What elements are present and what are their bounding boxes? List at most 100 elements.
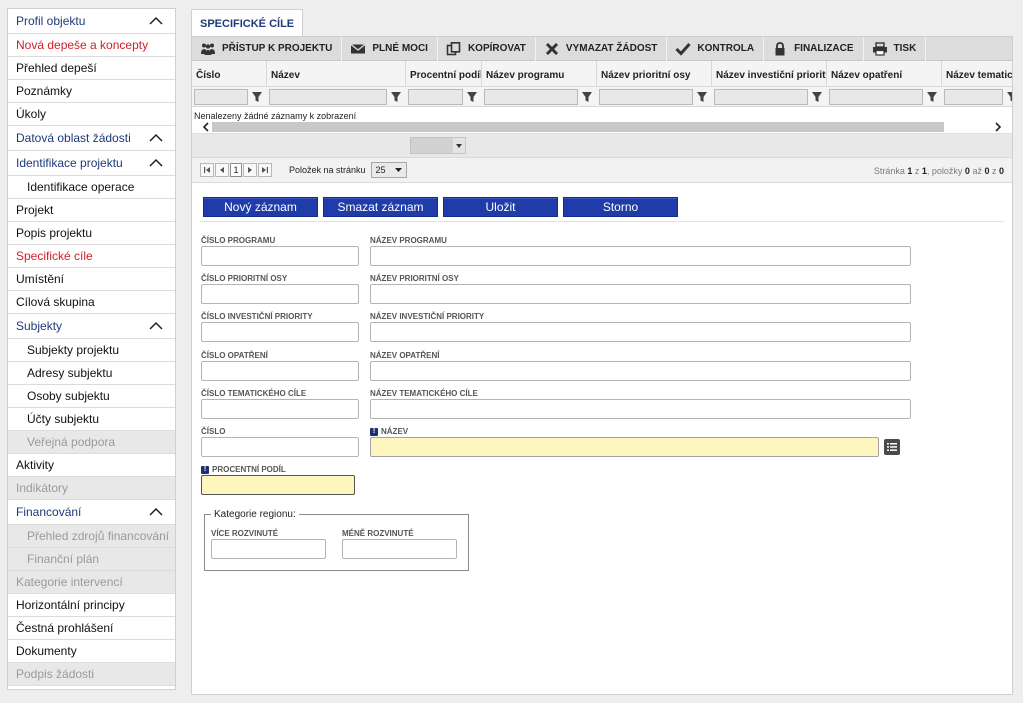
per-page-select[interactable]: 25: [370, 162, 407, 178]
chevron-up-icon[interactable]: [149, 321, 163, 331]
cancel-button[interactable]: Storno: [563, 197, 678, 217]
toolbar-button-label: PLNÉ MOCI: [372, 43, 428, 54]
sidebar-item-7[interactable]: Identifikace operace: [8, 176, 175, 199]
cislo-tematickeho-cile-field[interactable]: [201, 399, 359, 419]
sidebar-item-15[interactable]: Adresy subjektu: [8, 362, 175, 385]
sidebar-item-13[interactable]: Subjekty: [8, 314, 175, 339]
sidebar-item-12[interactable]: Cílová skupina: [8, 291, 175, 314]
filter-icon[interactable]: [464, 89, 480, 105]
grid-footer-dropdown[interactable]: [410, 137, 466, 154]
grid-column-header[interactable]: Název: [267, 61, 406, 86]
cislo-investicni-priority-field[interactable]: [201, 322, 359, 342]
procentni-podil-field[interactable]: [201, 475, 355, 495]
cislo-prioritni-osy-field[interactable]: [201, 284, 359, 304]
filter-icon[interactable]: [924, 89, 940, 105]
grid-filter-cell: [827, 88, 942, 105]
nazev-prioritni-osy-field[interactable]: [370, 284, 911, 304]
filter-icon[interactable]: [388, 89, 404, 105]
toolbar-button-3[interactable]: VYMAZAT ŽÁDOST: [536, 36, 668, 61]
sidebar-item-19[interactable]: Aktivity: [8, 454, 175, 477]
filter-icon[interactable]: [1004, 89, 1012, 105]
grid-filter-input[interactable]: [408, 88, 463, 105]
nazev-opatreni-field[interactable]: [370, 361, 911, 381]
sidebar-item-4[interactable]: Úkoly: [8, 103, 175, 126]
delete-record-button[interactable]: Smazat záznam: [323, 197, 438, 217]
lock-icon: [772, 41, 788, 56]
sidebar-item-11[interactable]: Umístění: [8, 268, 175, 291]
sidebar-item-27[interactable]: Dokumenty: [8, 640, 175, 663]
sidebar-item-9[interactable]: Popis projektu: [8, 222, 175, 245]
sidebar-item-21[interactable]: Financování: [8, 500, 175, 525]
sidebar-item-14[interactable]: Subjekty projektu: [8, 339, 175, 362]
filter-icon[interactable]: [579, 89, 595, 105]
sidebar-item-16[interactable]: Osoby subjektu: [8, 385, 175, 408]
toolbar-button-1[interactable]: PLNÉ MOCI: [342, 36, 438, 61]
sidebar-item-25[interactable]: Horizontální principy: [8, 594, 175, 617]
sidebar-item-17[interactable]: Účty subjektu: [8, 408, 175, 431]
toolbar-button-4[interactable]: KONTROLA: [667, 36, 765, 61]
filter-icon[interactable]: [249, 89, 265, 105]
new-record-button[interactable]: Nový záznam: [203, 197, 318, 217]
nazev-programu-field[interactable]: [370, 246, 911, 266]
list-icon[interactable]: [884, 439, 900, 455]
chevron-up-icon[interactable]: [149, 507, 163, 517]
sidebar-item-0[interactable]: Profil objektu: [8, 9, 175, 34]
next-page-button[interactable]: [243, 163, 257, 177]
sidebar-item-10[interactable]: Specifické cíle: [8, 245, 175, 268]
prev-page-icon: [220, 167, 224, 173]
current-page-number[interactable]: 1: [230, 163, 242, 177]
cislo-opatreni-field[interactable]: [201, 361, 359, 381]
grid-filter-input[interactable]: [829, 88, 923, 105]
nazev-tematickeho-cile-field[interactable]: [370, 399, 911, 419]
sidebar-item-20: Indikátory: [8, 477, 175, 500]
mene-rozvinute-field[interactable]: [342, 539, 457, 559]
sidebar-item-3[interactable]: Poznámky: [8, 80, 175, 103]
save-button[interactable]: Uložit: [443, 197, 558, 217]
cislo-field[interactable]: [201, 437, 359, 457]
grid-column-header[interactable]: Název investiční priority: [712, 61, 827, 86]
grid-horizontal-scrollbar[interactable]: [192, 121, 1012, 133]
sidebar-item-6[interactable]: Identifikace projektu: [8, 151, 175, 176]
grid-filter-cell: [597, 88, 712, 105]
sidebar-item-label: Financování: [16, 505, 82, 519]
chevron-up-icon[interactable]: [149, 16, 163, 26]
sidebar-item-1[interactable]: Nová depeše a koncepty: [8, 34, 175, 57]
grid-filter-input[interactable]: [599, 88, 693, 105]
tab-specificke-cile[interactable]: SPECIFICKÉ CÍLE: [191, 9, 304, 37]
grid-column-header[interactable]: Název tematického: [942, 61, 1012, 86]
cislo-programu-field[interactable]: [201, 246, 359, 266]
sidebar-item-26[interactable]: Čestná prohlášení: [8, 617, 175, 640]
sidebar-item-2[interactable]: Přehled depeší: [8, 57, 175, 80]
grid-column-header[interactable]: Procentní podíl: [406, 61, 482, 86]
scroll-right-icon[interactable]: [992, 121, 1004, 133]
scroll-left-icon[interactable]: [200, 121, 212, 133]
grid-column-header[interactable]: Název opatření: [827, 61, 942, 86]
grid-filter-input[interactable]: [714, 88, 808, 105]
nazev-field[interactable]: [370, 437, 879, 457]
sidebar-item-5[interactable]: Datová oblast žádosti: [8, 126, 175, 151]
grid-column-header[interactable]: Název prioritní osy: [597, 61, 712, 86]
grid-filter-input[interactable]: [269, 88, 387, 105]
chevron-up-icon[interactable]: [149, 158, 163, 168]
filter-icon[interactable]: [809, 89, 825, 105]
filter-icon[interactable]: [694, 89, 710, 105]
last-page-button[interactable]: [258, 163, 272, 177]
prev-page-button[interactable]: [215, 163, 229, 177]
toolbar-button-2[interactable]: KOPÍROVAT: [438, 36, 536, 61]
grid-column-header[interactable]: Název programu: [482, 61, 597, 86]
sidebar-item-28: Podpis žádosti: [8, 663, 175, 686]
grid-filter-input[interactable]: [944, 88, 1003, 105]
chevron-up-icon[interactable]: [149, 133, 163, 143]
sidebar-item-8[interactable]: Projekt: [8, 199, 175, 222]
grid-filter-input[interactable]: [484, 88, 578, 105]
scroll-track[interactable]: [212, 122, 944, 132]
grid-filter-input[interactable]: [194, 88, 248, 105]
toolbar-button-5[interactable]: FINALIZACE: [764, 36, 864, 61]
toolbar-button-6[interactable]: TISK: [864, 36, 927, 61]
toolbar-button-0[interactable]: PŘÍSTUP K PROJEKTU: [192, 36, 343, 61]
vice-rozvinute-field[interactable]: [211, 539, 326, 559]
grid-column-header[interactable]: Číslo: [192, 61, 267, 86]
first-page-button[interactable]: [200, 163, 214, 177]
nazev-investicni-priority-field[interactable]: [370, 322, 911, 342]
cislo-investicni-priority-label: ČÍSLO INVESTIČNÍ PRIORITY: [201, 312, 313, 321]
